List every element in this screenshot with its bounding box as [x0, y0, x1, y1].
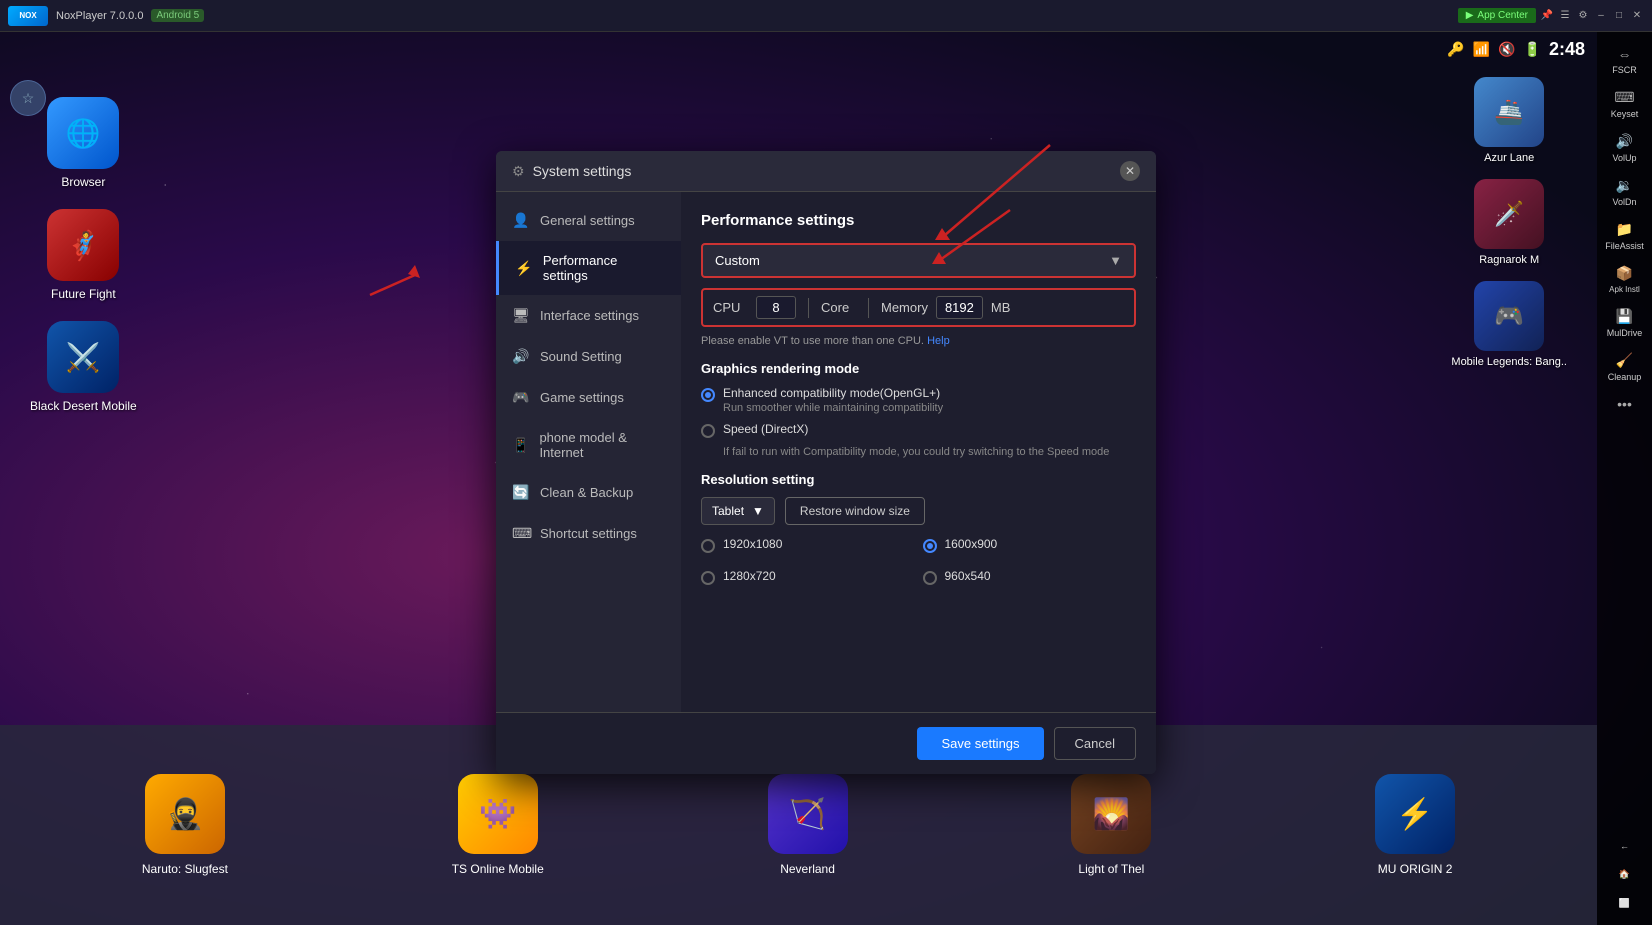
- backup-nav-icon: 🔄: [512, 484, 530, 501]
- radio-1280-dot[interactable]: [701, 571, 715, 585]
- restore-window-btn[interactable]: Restore window size: [785, 497, 925, 525]
- phone-nav-label: phone model & Internet: [539, 430, 665, 460]
- res-1920-label: 1920x1080: [723, 537, 782, 551]
- nav-backup[interactable]: 🔄 Clean & Backup: [496, 472, 681, 513]
- mb-label: MB: [991, 300, 1026, 315]
- memory-value: 8192: [936, 296, 983, 319]
- radio-enhanced-dot[interactable]: [701, 388, 715, 402]
- shortcut-nav-icon: ⌨: [512, 525, 530, 542]
- dialog-title-icon: ⚙: [512, 163, 525, 180]
- radio-enhanced-text: Enhanced compatibility mode(OpenGL+) Run…: [723, 386, 1136, 414]
- radio-res-1600[interactable]: 1600x900: [923, 537, 1137, 553]
- sound-nav-label: Sound Setting: [540, 349, 622, 364]
- graphics-section-title: Graphics rendering mode: [701, 361, 1136, 376]
- save-settings-button[interactable]: Save settings: [917, 727, 1043, 760]
- resource-separator: [808, 298, 809, 318]
- resolution-preset-value: Tablet: [712, 504, 744, 518]
- radio-speed-dot[interactable]: [701, 424, 715, 438]
- resolution-row: Tablet ▼ Restore window size: [701, 497, 1136, 525]
- preset-arrow-icon: ▼: [1109, 253, 1122, 268]
- dialog-content: Performance settings Custom ▼ CPU 8 Core…: [681, 192, 1156, 712]
- enhanced-label: Enhanced compatibility mode(OpenGL+): [723, 386, 1136, 400]
- general-nav-label: General settings: [540, 213, 635, 228]
- modal-overlay: ⚙ System settings ✕ 👤 General settings ⚡…: [0, 0, 1652, 925]
- enhanced-sub: Run smoother while maintaining compatibi…: [723, 402, 1136, 414]
- interface-nav-label: Interface settings: [540, 308, 639, 323]
- radio-960-dot[interactable]: [923, 571, 937, 585]
- nav-phone[interactable]: 📱 phone model & Internet: [496, 418, 681, 472]
- dialog-footer: Save settings Cancel: [496, 712, 1156, 774]
- radio-res-1280[interactable]: 1280x720: [701, 569, 915, 585]
- resolution-section-title: Resolution setting: [701, 472, 1136, 487]
- section-title: Performance settings: [701, 212, 1136, 229]
- dialog-titlebar: ⚙ System settings ✕: [496, 151, 1156, 192]
- performance-nav-icon: ⚡: [515, 260, 533, 277]
- nav-shortcut[interactable]: ⌨ Shortcut settings: [496, 513, 681, 554]
- resolution-select[interactable]: Tablet ▼: [701, 497, 775, 525]
- cpu-label: CPU: [713, 300, 748, 315]
- radio-1600-dot[interactable]: [923, 539, 937, 553]
- radio-enhanced[interactable]: Enhanced compatibility mode(OpenGL+) Run…: [701, 386, 1136, 414]
- vt-note: Please enable VT to use more than one CP…: [701, 335, 1136, 347]
- phone-nav-icon: 📱: [512, 437, 529, 454]
- preset-dropdown[interactable]: Custom ▼: [701, 243, 1136, 278]
- core-label: Core: [821, 300, 856, 315]
- backup-nav-label: Clean & Backup: [540, 485, 633, 500]
- vt-help-link[interactable]: Help: [927, 335, 950, 347]
- general-nav-icon: 👤: [512, 212, 530, 229]
- radio-res-1920[interactable]: 1920x1080: [701, 537, 915, 553]
- res-1280-label: 1280x720: [723, 569, 776, 583]
- nav-sound[interactable]: 🔊 Sound Setting: [496, 336, 681, 377]
- shortcut-nav-label: Shortcut settings: [540, 526, 637, 541]
- dialog-body: 👤 General settings ⚡ Performance setting…: [496, 192, 1156, 712]
- settings-dialog: ⚙ System settings ✕ 👤 General settings ⚡…: [496, 151, 1156, 774]
- game-nav-label: Game settings: [540, 390, 624, 405]
- resolution-select-arrow: ▼: [752, 504, 764, 518]
- memory-label: Memory: [881, 300, 928, 315]
- resource-row: CPU 8 Core Memory 8192 MB: [701, 288, 1136, 327]
- res-960-label: 960x540: [945, 569, 991, 583]
- cancel-button[interactable]: Cancel: [1054, 727, 1136, 760]
- nav-performance[interactable]: ⚡ Performance settings: [496, 241, 681, 295]
- preset-value: Custom: [715, 253, 760, 268]
- nav-general[interactable]: 👤 General settings: [496, 200, 681, 241]
- radio-speed[interactable]: Speed (DirectX): [701, 422, 1136, 438]
- dialog-nav: 👤 General settings ⚡ Performance setting…: [496, 192, 681, 712]
- sound-nav-icon: 🔊: [512, 348, 530, 365]
- performance-nav-label: Performance settings: [543, 253, 665, 283]
- radio-res-960[interactable]: 960x540: [923, 569, 1137, 585]
- speed-label: Speed (DirectX): [723, 422, 1136, 436]
- resource-separator-2: [868, 298, 869, 318]
- res-1600-label: 1600x900: [945, 537, 998, 551]
- cpu-value: 8: [756, 296, 796, 319]
- nav-game[interactable]: 🎮 Game settings: [496, 377, 681, 418]
- dialog-title-text: System settings: [533, 163, 632, 179]
- radio-speed-text: Speed (DirectX): [723, 422, 1136, 436]
- game-nav-icon: 🎮: [512, 389, 530, 406]
- nav-interface[interactable]: 🖥 Interface settings: [496, 295, 681, 336]
- radio-1920-dot[interactable]: [701, 539, 715, 553]
- dialog-close-button[interactable]: ✕: [1120, 161, 1140, 181]
- resolution-grid: 1920x1080 1600x900 1280x720 960x540: [701, 537, 1136, 593]
- interface-nav-icon: 🖥: [512, 307, 530, 324]
- fallback-note: If fail to run with Compatibility mode, …: [723, 446, 1136, 458]
